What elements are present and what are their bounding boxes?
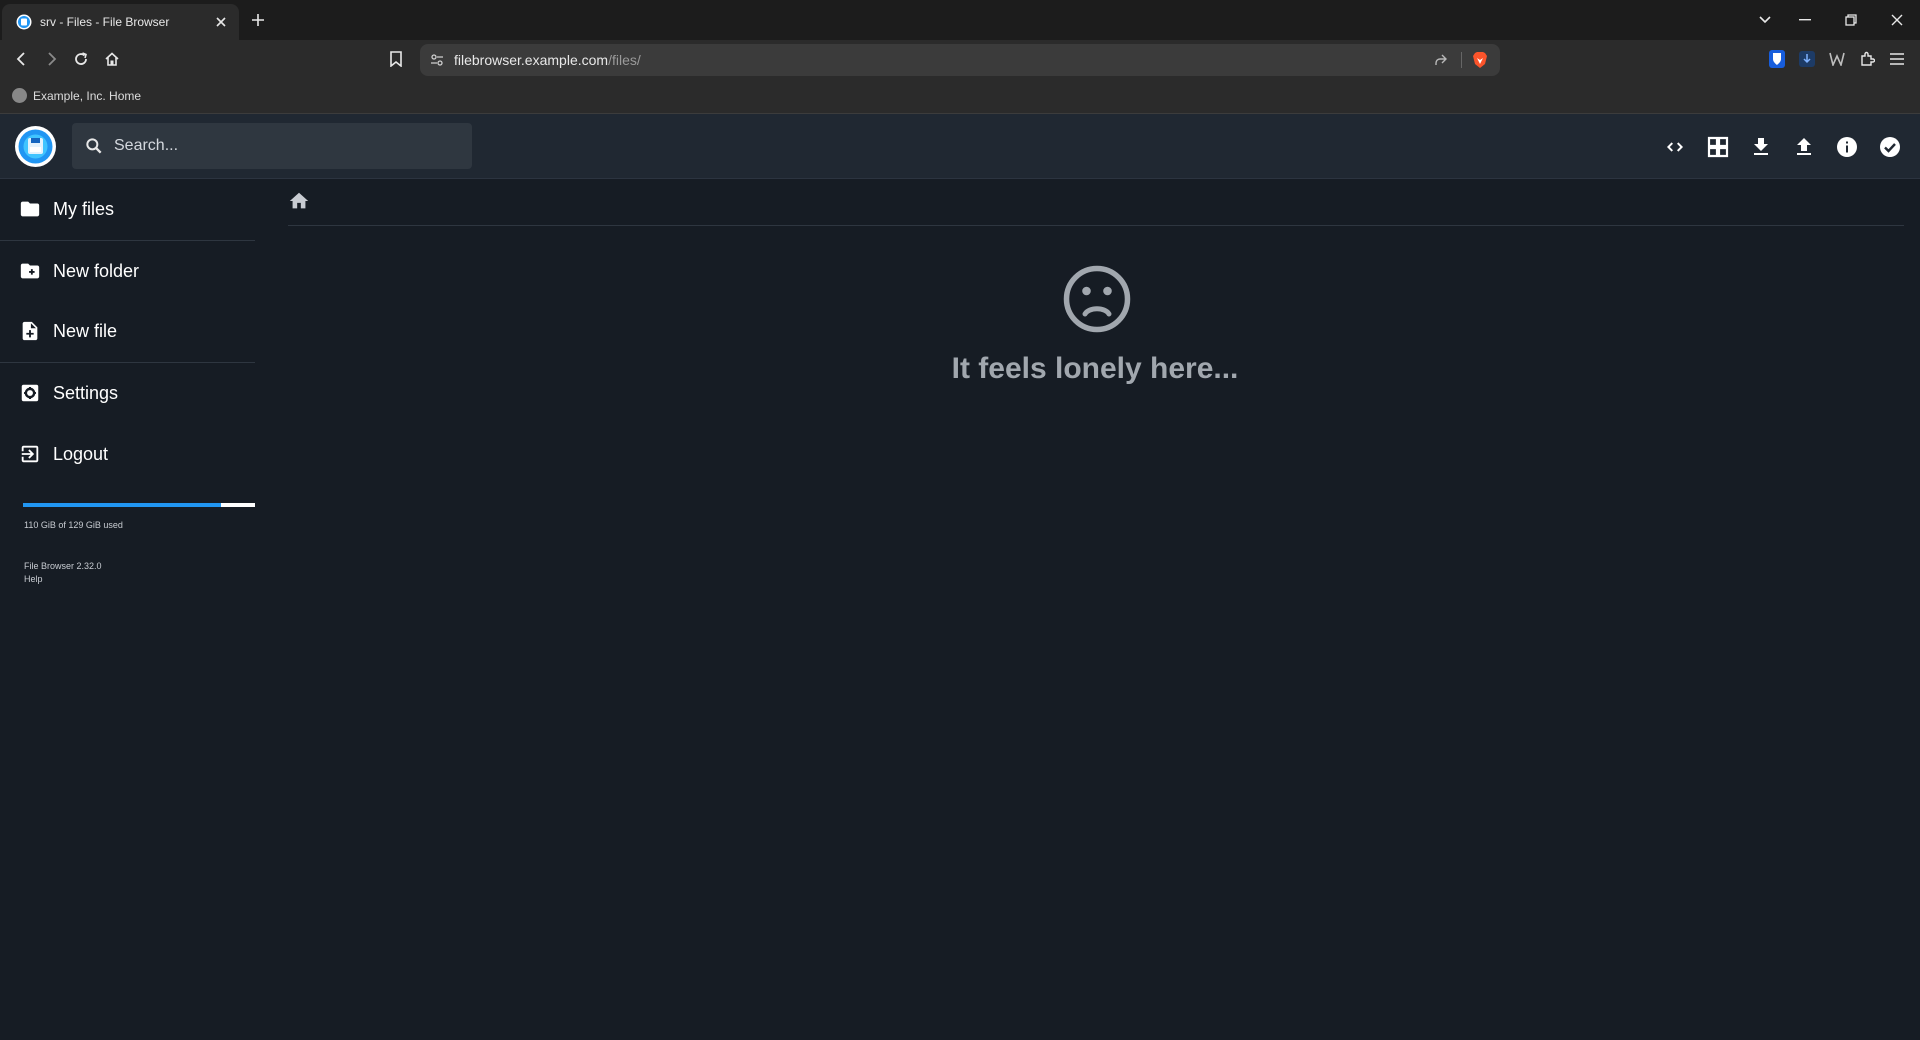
sidebar-item-label: My files bbox=[53, 198, 115, 219]
url-text: filebrowser.example.com/files/ bbox=[454, 52, 1433, 68]
url-host: filebrowser.example.com bbox=[454, 52, 609, 68]
sidebar-item-label: New file bbox=[53, 320, 118, 341]
browser-tabbar: srv - Files - File Browser bbox=[0, 0, 1920, 40]
browser-toolbar: filebrowser.example.com/files/ bbox=[0, 40, 1920, 78]
bookmark-icon[interactable] bbox=[384, 47, 408, 71]
grid-view-icon[interactable] bbox=[1705, 134, 1731, 160]
note-add-icon bbox=[19, 320, 41, 342]
download-extension-icon[interactable] bbox=[1795, 47, 1819, 71]
globe-icon bbox=[12, 88, 27, 103]
search-icon bbox=[84, 136, 104, 156]
empty-state-message: It feels lonely here... bbox=[951, 352, 1239, 385]
sidebar-item-logout[interactable]: Logout bbox=[0, 429, 256, 479]
storage-usage-fill bbox=[23, 503, 221, 507]
storage-usage-bar bbox=[23, 503, 255, 507]
sidebar-item-my-files[interactable]: My files bbox=[0, 184, 256, 234]
forward-icon[interactable] bbox=[39, 47, 63, 71]
bookmarks-bar: Example, Inc. Home bbox=[0, 78, 1920, 114]
bitwarden-extension-icon[interactable] bbox=[1765, 47, 1789, 71]
brave-shields-icon[interactable] bbox=[1472, 51, 1488, 69]
download-icon[interactable] bbox=[1748, 134, 1774, 160]
sidebar-item-label: Logout bbox=[53, 443, 109, 464]
url-divider bbox=[1461, 52, 1462, 68]
storage-usage-text: 110 GiB of 129 GiB used bbox=[24, 520, 123, 530]
settings-applications-icon bbox=[19, 382, 41, 404]
tab-favicon-icon bbox=[16, 14, 32, 30]
home-browser-icon[interactable] bbox=[100, 47, 124, 71]
sidebar-item-settings[interactable]: Settings bbox=[0, 368, 256, 418]
sentiment-dissatisfied-icon bbox=[1062, 264, 1132, 334]
tab-search-chevron-icon[interactable] bbox=[1752, 8, 1778, 32]
sidebar-item-new-file[interactable]: New file bbox=[0, 306, 256, 356]
sidebar-item-new-folder[interactable]: New folder bbox=[0, 246, 256, 296]
reload-icon[interactable] bbox=[69, 47, 93, 71]
bookmark-label: Example, Inc. Home bbox=[33, 88, 142, 103]
search-box[interactable] bbox=[72, 123, 472, 169]
site-settings-icon[interactable] bbox=[430, 53, 444, 67]
url-path: /files/ bbox=[608, 52, 641, 68]
app-header bbox=[0, 114, 1920, 179]
sidebar-divider bbox=[0, 362, 255, 363]
tab-close-icon[interactable] bbox=[209, 10, 233, 34]
info-icon[interactable] bbox=[1834, 134, 1860, 160]
close-window-icon[interactable] bbox=[1884, 8, 1910, 32]
breadcrumb bbox=[288, 190, 1904, 226]
address-bar[interactable]: filebrowser.example.com/files/ bbox=[420, 44, 1500, 76]
exit-to-app-icon bbox=[19, 443, 41, 465]
browser-menu-icon[interactable] bbox=[1885, 47, 1909, 71]
sidebar-divider bbox=[0, 240, 255, 241]
code-icon[interactable] bbox=[1662, 134, 1688, 160]
sidebar-item-label: Settings bbox=[53, 382, 119, 403]
w-extension-icon[interactable] bbox=[1825, 47, 1849, 71]
tab-title: srv - Files - File Browser bbox=[40, 15, 170, 29]
check-circle-icon[interactable] bbox=[1877, 134, 1903, 160]
back-icon[interactable] bbox=[10, 47, 34, 71]
restore-icon[interactable] bbox=[1838, 8, 1864, 32]
sidebar-item-label: New folder bbox=[53, 260, 140, 281]
home-icon[interactable] bbox=[288, 190, 312, 214]
extensions-puzzle-icon[interactable] bbox=[1855, 47, 1879, 71]
bookmark-example-home[interactable]: Example, Inc. Home bbox=[12, 88, 141, 103]
sidebar: My files New folder New file Settings Lo… bbox=[0, 180, 256, 1040]
search-input[interactable] bbox=[114, 137, 444, 155]
version-text: File Browser 2.32.0 bbox=[24, 561, 102, 571]
folder-icon bbox=[19, 198, 41, 220]
create-new-folder-icon bbox=[19, 260, 41, 282]
minimize-icon[interactable] bbox=[1792, 8, 1818, 32]
help-link[interactable]: Help bbox=[24, 574, 43, 584]
upload-icon[interactable] bbox=[1791, 134, 1817, 160]
filebrowser-logo-icon[interactable] bbox=[15, 126, 56, 167]
share-icon[interactable] bbox=[1433, 52, 1449, 68]
new-tab-icon[interactable] bbox=[246, 8, 270, 32]
browser-tab[interactable]: srv - Files - File Browser bbox=[2, 4, 239, 40]
